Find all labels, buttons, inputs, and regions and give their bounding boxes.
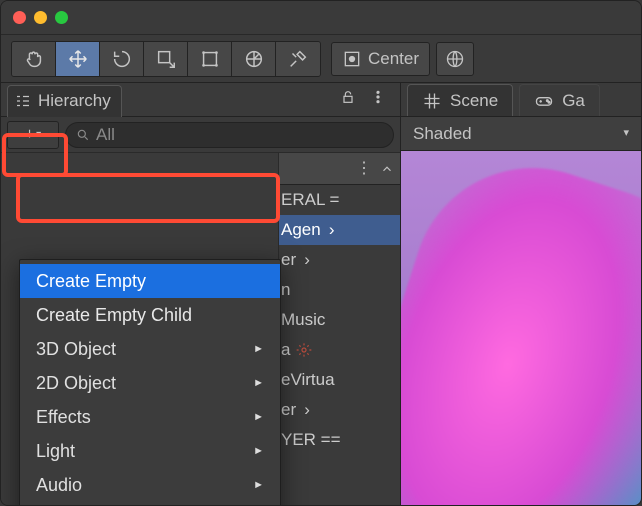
hand-tool-button[interactable] [12,42,56,76]
tree-row[interactable]: n [279,275,400,305]
tree-row[interactable]: Agen› [279,215,400,245]
scene-icon [422,91,442,111]
hierarchy-tab[interactable]: Hierarchy [7,85,122,117]
game-tab[interactable]: Ga [519,84,600,116]
pivot-mode-label: Center [368,49,419,69]
shading-mode-caret[interactable]: ▾ [623,128,629,139]
add-gameobject-button[interactable]: + ▾ [7,121,59,149]
collapse-icon [380,162,394,176]
tree-row[interactable]: er› [279,245,400,275]
transform-tool-group [11,41,321,77]
tree-item-label: YER == [281,430,341,450]
shading-mode-label: Shaded [413,124,472,143]
menu-item-label: Light [36,441,75,462]
pivot-icon [342,49,362,69]
scene-viewport[interactable] [401,151,641,505]
hierarchy-icon [14,92,32,110]
tree-item-label: eVirtua [281,370,335,390]
hierarchy-search-input[interactable]: All [65,122,394,148]
chevron-right-icon: › [325,220,339,240]
hand-icon [23,48,45,70]
plus-icon: + [25,127,34,143]
tree-scene-header[interactable]: ⋮ [279,153,400,185]
menu-item-create-empty[interactable]: Create Empty [20,264,280,298]
tree-row[interactable]: er› [279,395,400,425]
main-area: Hierarchy + ▾ All [1,83,641,505]
menu-item-label: Create Empty [36,271,146,292]
tree-row[interactable]: eVirtua [279,365,400,395]
menu-item-effects[interactable]: Effects [20,400,280,434]
menu-item-2d-object[interactable]: 2D Object [20,366,280,400]
menu-item-light[interactable]: Light [20,434,280,468]
chevron-right-icon: › [300,400,314,420]
chevron-right-icon: › [300,250,314,270]
hierarchy-tabrow: Hierarchy [1,83,400,117]
menu-item-label: Effects [36,407,91,428]
panel-menu-icon[interactable] [370,89,386,110]
handle-rotation-button[interactable] [436,42,474,76]
window-maximize-button[interactable] [55,11,68,24]
scene-tab[interactable]: Scene [407,84,513,116]
scene-mode-bar: Shaded ▾ [401,117,641,151]
move-icon [67,48,89,70]
kebab-icon[interactable]: ⋮ [356,161,372,177]
create-context-menu: Create Empty Create Empty Child 3D Objec… [19,259,281,506]
rotate-tool-button[interactable] [100,42,144,76]
tree-item-label: ERAL = [281,190,339,210]
transform-icon [243,48,265,70]
shading-mode-dropdown[interactable]: Shaded [413,124,472,144]
tree-item-label: Agen [281,220,321,240]
move-tool-button[interactable] [56,42,100,76]
main-toolbar: Center [1,35,641,83]
tree-item-label: Music [281,310,325,330]
hierarchy-panel: Hierarchy + ▾ All [1,83,401,505]
menu-item-create-empty-child[interactable]: Create Empty Child [20,298,280,332]
game-tab-label: Ga [562,91,585,111]
hierarchy-tree-visible-column: ⋮ ERAL = Agen› er› n Music a eVirtua er›… [278,153,400,505]
gear-icon [296,342,312,358]
scene-panel: Scene Ga Shaded ▾ [401,83,641,505]
scene-tab-label: Scene [450,91,498,111]
tools-icon [287,48,309,70]
editor-window: Center Hierarchy [0,0,642,506]
hierarchy-toolbar: + ▾ All [1,117,400,153]
caret-down-icon: ▾ [623,128,629,139]
search-placeholder: All [96,125,115,145]
menu-item-label: 3D Object [36,339,116,360]
search-icon [76,128,90,142]
window-minimize-button[interactable] [34,11,47,24]
rect-tool-button[interactable] [188,42,232,76]
gamepad-icon [534,91,554,111]
window-close-button[interactable] [13,11,26,24]
menu-item-label: Create Empty Child [36,305,192,326]
globe-icon [445,49,465,69]
tree-row[interactable]: Music [279,305,400,335]
tree-row[interactable]: a [279,335,400,365]
hierarchy-tab-label: Hierarchy [38,91,111,111]
menu-item-audio[interactable]: Audio [20,468,280,502]
window-titlebar [1,1,641,35]
tree-item-label: er [281,250,296,270]
transform-tool-button[interactable] [232,42,276,76]
tree-item-label: er [281,400,296,420]
tree-row[interactable]: ERAL = [279,185,400,215]
scale-icon [155,48,177,70]
tree-row[interactable]: YER == [279,425,400,455]
caret-down-icon: ▾ [36,130,41,140]
rotate-icon [111,48,133,70]
menu-item-label: Audio [36,475,82,496]
scene-tabrow: Scene Ga [401,83,641,117]
pivot-mode-button[interactable]: Center [331,42,430,76]
tree-item-label: n [281,280,290,300]
lock-icon[interactable] [340,89,356,110]
custom-tools-button[interactable] [276,42,320,76]
scale-tool-button[interactable] [144,42,188,76]
menu-item-video[interactable]: Video [20,502,280,506]
menu-item-3d-object[interactable]: 3D Object [20,332,280,366]
menu-item-label: 2D Object [36,373,116,394]
rect-icon [199,48,221,70]
tree-item-label: a [281,340,290,360]
